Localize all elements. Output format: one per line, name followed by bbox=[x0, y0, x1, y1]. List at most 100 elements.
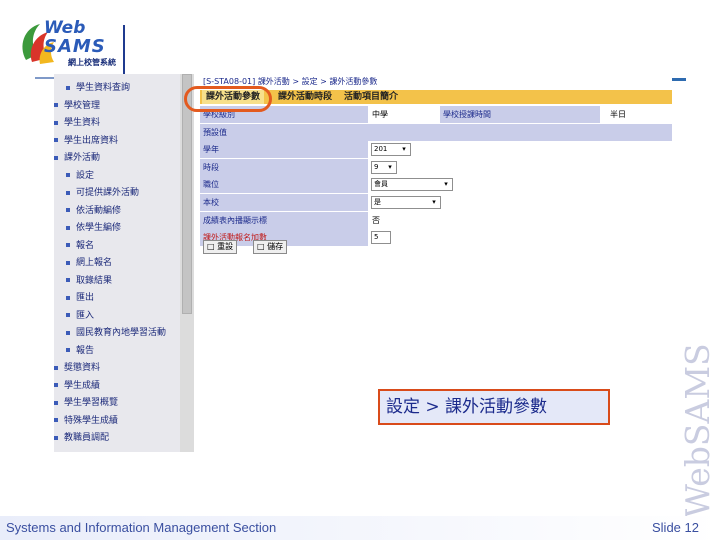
tab-activity-periods[interactable]: 課外活動時段 bbox=[274, 90, 336, 104]
bullet-icon bbox=[66, 330, 70, 335]
field-select[interactable]: 9 ▾ bbox=[371, 160, 397, 174]
sidebar-item-label: 依學生編修 bbox=[76, 223, 122, 233]
sidebar-item-label: 匯出 bbox=[76, 293, 95, 303]
sidebar-item[interactable]: 獎懲資料 bbox=[54, 360, 180, 376]
field-select[interactable]: 是 ▾ bbox=[371, 195, 441, 209]
sidebar-item-label: 教職員調配 bbox=[64, 433, 110, 443]
table-row: 成績表內播顯示標否 bbox=[200, 211, 672, 230]
field-label: 本校 bbox=[200, 193, 368, 211]
sidebar-item-label: 設定 bbox=[76, 170, 95, 181]
table-row: 職位 會員 ▾ bbox=[200, 176, 672, 194]
bullet-icon bbox=[66, 243, 70, 247]
callout-box: 設定 > 課外活動參數 bbox=[378, 389, 610, 425]
sidebar-item-label: 學生資料 bbox=[64, 118, 101, 128]
bullet-icon bbox=[54, 138, 58, 142]
reset-button[interactable]: □ 重設 bbox=[203, 240, 238, 254]
bullet-icon bbox=[54, 365, 58, 370]
school-level-value: 中學 bbox=[372, 106, 442, 123]
tab-activity-intro[interactable]: 活動項目簡介 bbox=[340, 90, 402, 104]
sidebar-item[interactable]: 設定 bbox=[54, 168, 180, 184]
bullet-icon bbox=[54, 103, 58, 107]
sidebar-item-label: 取錄結果 bbox=[76, 275, 113, 286]
sidebar-item-label: 報名 bbox=[76, 240, 95, 251]
sidebar-item-label: 匯入 bbox=[76, 310, 95, 321]
sidebar-item-label: 課外活動 bbox=[64, 153, 101, 163]
chevron-down-icon: ▾ bbox=[402, 145, 406, 154]
select-value: 9 bbox=[374, 162, 379, 171]
bullet-icon bbox=[66, 313, 70, 317]
table-row: 學校級別 中學 學校授課時間 半日 bbox=[200, 106, 672, 124]
sidebar-item[interactable]: 學生學習概覽 bbox=[54, 395, 180, 411]
sidebar-item-label: 可提供課外活動 bbox=[76, 188, 140, 198]
sidebar-item[interactable]: 取錄結果 bbox=[54, 273, 180, 289]
sidebar-item-label: 網上報名 bbox=[76, 258, 113, 268]
bullet-icon bbox=[66, 225, 70, 230]
field-input[interactable]: 5 bbox=[371, 231, 391, 245]
sidebar-item[interactable]: 學生資料查詢 bbox=[54, 80, 180, 96]
sidebar-nav: 學生資料查詢學校管理學生資料學生出席資料 課外活動設定可提供課外活動 依活動編修依學… bbox=[54, 74, 180, 452]
header-rule-right bbox=[672, 78, 686, 81]
section-title: 預設值 bbox=[200, 123, 672, 141]
session-label: 學校授課時間 bbox=[440, 106, 600, 123]
logo-web-text: Web bbox=[44, 18, 86, 38]
bullet-icon bbox=[66, 295, 70, 300]
bullet-icon bbox=[66, 85, 70, 90]
slide-number: Slide 12 bbox=[652, 520, 699, 535]
field-select[interactable]: 會員 ▾ bbox=[371, 178, 453, 192]
logo-subtitle: 網上校管系統 bbox=[68, 58, 116, 67]
session-value: 半日 bbox=[610, 110, 626, 119]
select-value: 是 bbox=[374, 197, 381, 206]
bullet-icon bbox=[54, 418, 58, 422]
select-value: 會員 bbox=[374, 180, 388, 189]
bullet-icon bbox=[66, 260, 70, 265]
sidebar-item[interactable]: 匯出 bbox=[54, 290, 180, 306]
sidebar-item[interactable]: 學生出席資料 bbox=[54, 133, 180, 149]
sidebar-scrollbar[interactable] bbox=[180, 74, 194, 452]
bullet-icon bbox=[54, 120, 58, 125]
highlight-ring bbox=[184, 86, 272, 112]
svg-text:WebSAMS: WebSAMS bbox=[678, 343, 716, 518]
bullet-icon bbox=[54, 435, 58, 440]
sidebar-item[interactable]: 報告 bbox=[54, 343, 180, 359]
sidebar-item[interactable]: 課外活動 bbox=[54, 150, 180, 166]
table-row: 本校是 ▾ bbox=[200, 193, 672, 212]
sidebar-item[interactable]: 學校管理 bbox=[54, 98, 180, 114]
save-button[interactable]: □ 儲存 bbox=[253, 240, 288, 254]
field-value: 否 bbox=[372, 215, 380, 225]
sidebar-item[interactable]: 依活動編修 bbox=[54, 203, 180, 219]
bullet-icon bbox=[66, 173, 70, 177]
sidebar-item[interactable]: 依學生編修 bbox=[54, 220, 180, 236]
field-label: 學年 bbox=[200, 141, 368, 159]
sidebar-item[interactable]: 學生成績 bbox=[54, 378, 180, 394]
bullet-icon bbox=[66, 278, 70, 282]
field-select[interactable]: 201 ▾ bbox=[371, 143, 411, 157]
footer-section-name: Systems and Information Management Secti… bbox=[6, 520, 277, 535]
sidebar-item[interactable]: 國民教育內地學習活動 bbox=[54, 325, 180, 341]
bullet-icon bbox=[54, 383, 58, 387]
sidebar-item[interactable]: 特殊學生成績 bbox=[54, 413, 180, 429]
bullet-icon bbox=[66, 348, 70, 352]
table-row: 預設值 bbox=[200, 123, 672, 142]
sidebar-item-label: 學校管理 bbox=[64, 100, 101, 111]
sidebar-item-label: 學生學習概覽 bbox=[64, 398, 119, 408]
sidebar-item[interactable]: 可提供課外活動 bbox=[54, 185, 180, 201]
sidebar-item-label: 特殊學生成績 bbox=[64, 415, 119, 426]
sidebar-item-label: 獎懲資料 bbox=[64, 363, 101, 373]
bullet-icon bbox=[66, 208, 70, 212]
select-value: 201 bbox=[374, 145, 388, 154]
sidebar-item[interactable]: 匯入 bbox=[54, 308, 180, 324]
bullet-icon bbox=[66, 190, 70, 195]
sidebar-item-label: 依活動編修 bbox=[76, 205, 122, 216]
sidebar-item-label: 學生出席資料 bbox=[64, 135, 119, 146]
sidebar-item-label: 報告 bbox=[76, 345, 95, 356]
sidebar-item-label: 學生資料查詢 bbox=[76, 83, 131, 93]
sidebar-item[interactable]: 教職員調配 bbox=[54, 430, 180, 446]
field-label: 成績表內播顯示標 bbox=[200, 211, 368, 229]
sidebar-item-label: 學生成績 bbox=[64, 380, 101, 391]
table-row: 時段 9 ▾ bbox=[200, 158, 672, 177]
sidebar-item[interactable]: 報名 bbox=[54, 238, 180, 254]
chevron-down-icon: ▾ bbox=[432, 197, 436, 206]
sidebar-item[interactable]: 網上報名 bbox=[54, 255, 180, 271]
field-label: 時段 bbox=[200, 158, 368, 176]
sidebar-item[interactable]: 學生資料 bbox=[54, 115, 180, 131]
